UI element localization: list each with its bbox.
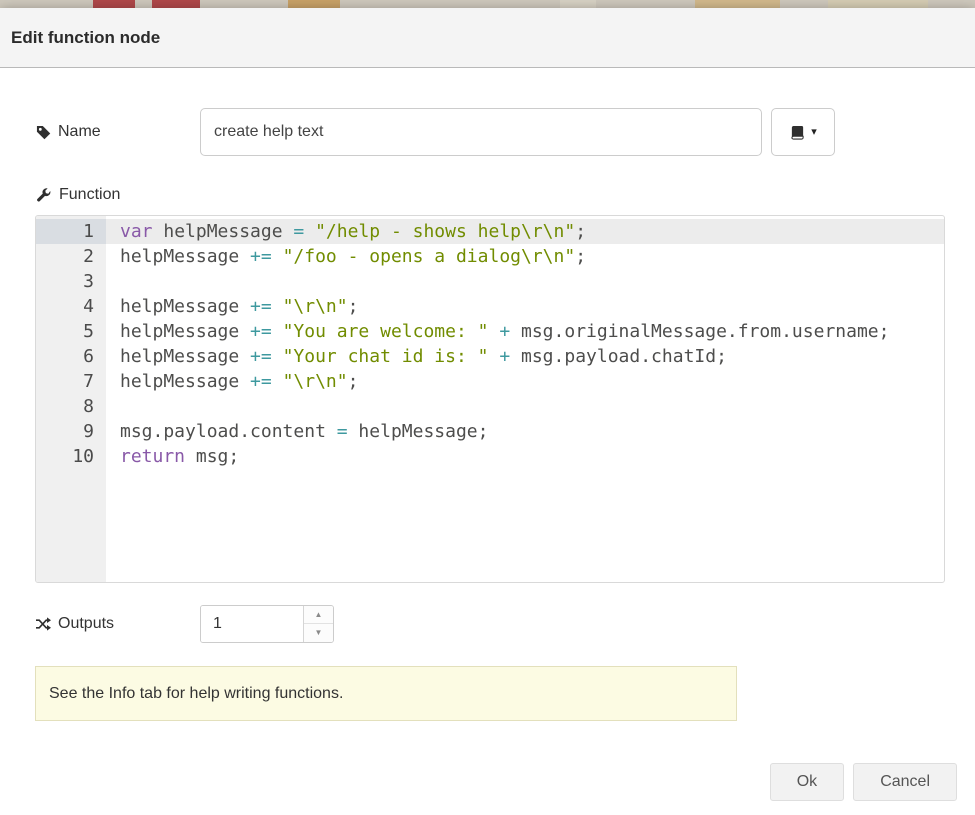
gutter-line-number[interactable]: 7	[36, 369, 106, 394]
editor-code-area[interactable]: var helpMessage = "/help - shows help\r\…	[106, 216, 944, 582]
gutter-line-number[interactable]: 2	[36, 244, 106, 269]
name-row: Name ▾	[35, 108, 945, 156]
code-line[interactable]: helpMessage += "\r\n";	[106, 294, 944, 319]
workspace-node-peek	[93, 0, 135, 8]
book-icon	[789, 124, 805, 140]
ok-button[interactable]: Ok	[770, 763, 844, 801]
workspace-node-peek	[828, 0, 928, 8]
workspace-node-peek	[560, 0, 596, 8]
name-label: Name	[35, 123, 200, 141]
caret-down-icon: ▾	[811, 127, 817, 138]
code-line[interactable]: var helpMessage = "/help - shows help\r\…	[106, 219, 944, 244]
spinner-buttons: ▲ ▼	[303, 606, 333, 642]
outputs-spinner: ▲ ▼	[200, 605, 334, 643]
name-label-text: Name	[58, 123, 101, 141]
code-line[interactable]	[106, 269, 944, 294]
spinner-down-button[interactable]: ▼	[304, 624, 333, 642]
cancel-button[interactable]: Cancel	[853, 763, 957, 801]
function-label: Function	[59, 186, 120, 204]
shuffle-icon	[35, 616, 51, 632]
gutter-line-number[interactable]: 10	[36, 444, 106, 469]
outputs-row: Outputs ▲ ▼	[35, 605, 945, 643]
outputs-label: Outputs	[35, 615, 200, 633]
gutter-line-number[interactable]: 5	[36, 319, 106, 344]
code-line[interactable]: helpMessage += "/foo - opens a dialog\r\…	[106, 244, 944, 269]
code-line[interactable]: msg.payload.content = helpMessage;	[106, 419, 944, 444]
gutter-line-number[interactable]: 8	[36, 394, 106, 419]
spinner-up-button[interactable]: ▲	[304, 606, 333, 624]
gutter-line-number[interactable]: 3	[36, 269, 106, 294]
code-line[interactable]	[106, 394, 944, 419]
workspace-background-peek	[0, 0, 975, 8]
gutter-line-number[interactable]: 4	[36, 294, 106, 319]
editor-gutter: 12345678910	[36, 216, 106, 582]
workspace-node-peek	[152, 0, 200, 8]
outputs-label-text: Outputs	[58, 615, 114, 633]
workspace-node-peek	[288, 0, 340, 8]
code-line[interactable]: helpMessage += "\r\n";	[106, 369, 944, 394]
info-box: See the Info tab for help writing functi…	[35, 666, 737, 721]
function-label-row: Function	[35, 186, 945, 204]
code-line[interactable]: helpMessage += "Your chat id is: " + msg…	[106, 344, 944, 369]
library-button[interactable]: ▾	[771, 108, 835, 156]
dialog-header: Edit function node	[0, 8, 975, 68]
gutter-line-number[interactable]: 6	[36, 344, 106, 369]
name-input[interactable]	[200, 108, 762, 156]
dialog-body: Name ▾ Function 12345678910 var helpMess…	[0, 68, 975, 726]
workspace-node-peek	[695, 0, 780, 8]
dialog-title: Edit function node	[11, 28, 160, 48]
gutter-line-number[interactable]: 1	[36, 219, 106, 244]
code-line[interactable]: helpMessage += "You are welcome: " + msg…	[106, 319, 944, 344]
wrench-icon	[35, 187, 51, 203]
code-line[interactable]: return msg;	[106, 444, 944, 469]
info-text: See the Info tab for help writing functi…	[49, 685, 343, 703]
dialog-footer: Ok Cancel	[0, 726, 975, 815]
tag-icon	[35, 124, 51, 140]
gutter-line-number[interactable]: 9	[36, 419, 106, 444]
outputs-input[interactable]	[201, 606, 303, 642]
function-code-editor[interactable]: 12345678910 var helpMessage = "/help - s…	[35, 215, 945, 583]
edit-function-node-dialog: Edit function node Name ▾ Function	[0, 8, 975, 815]
